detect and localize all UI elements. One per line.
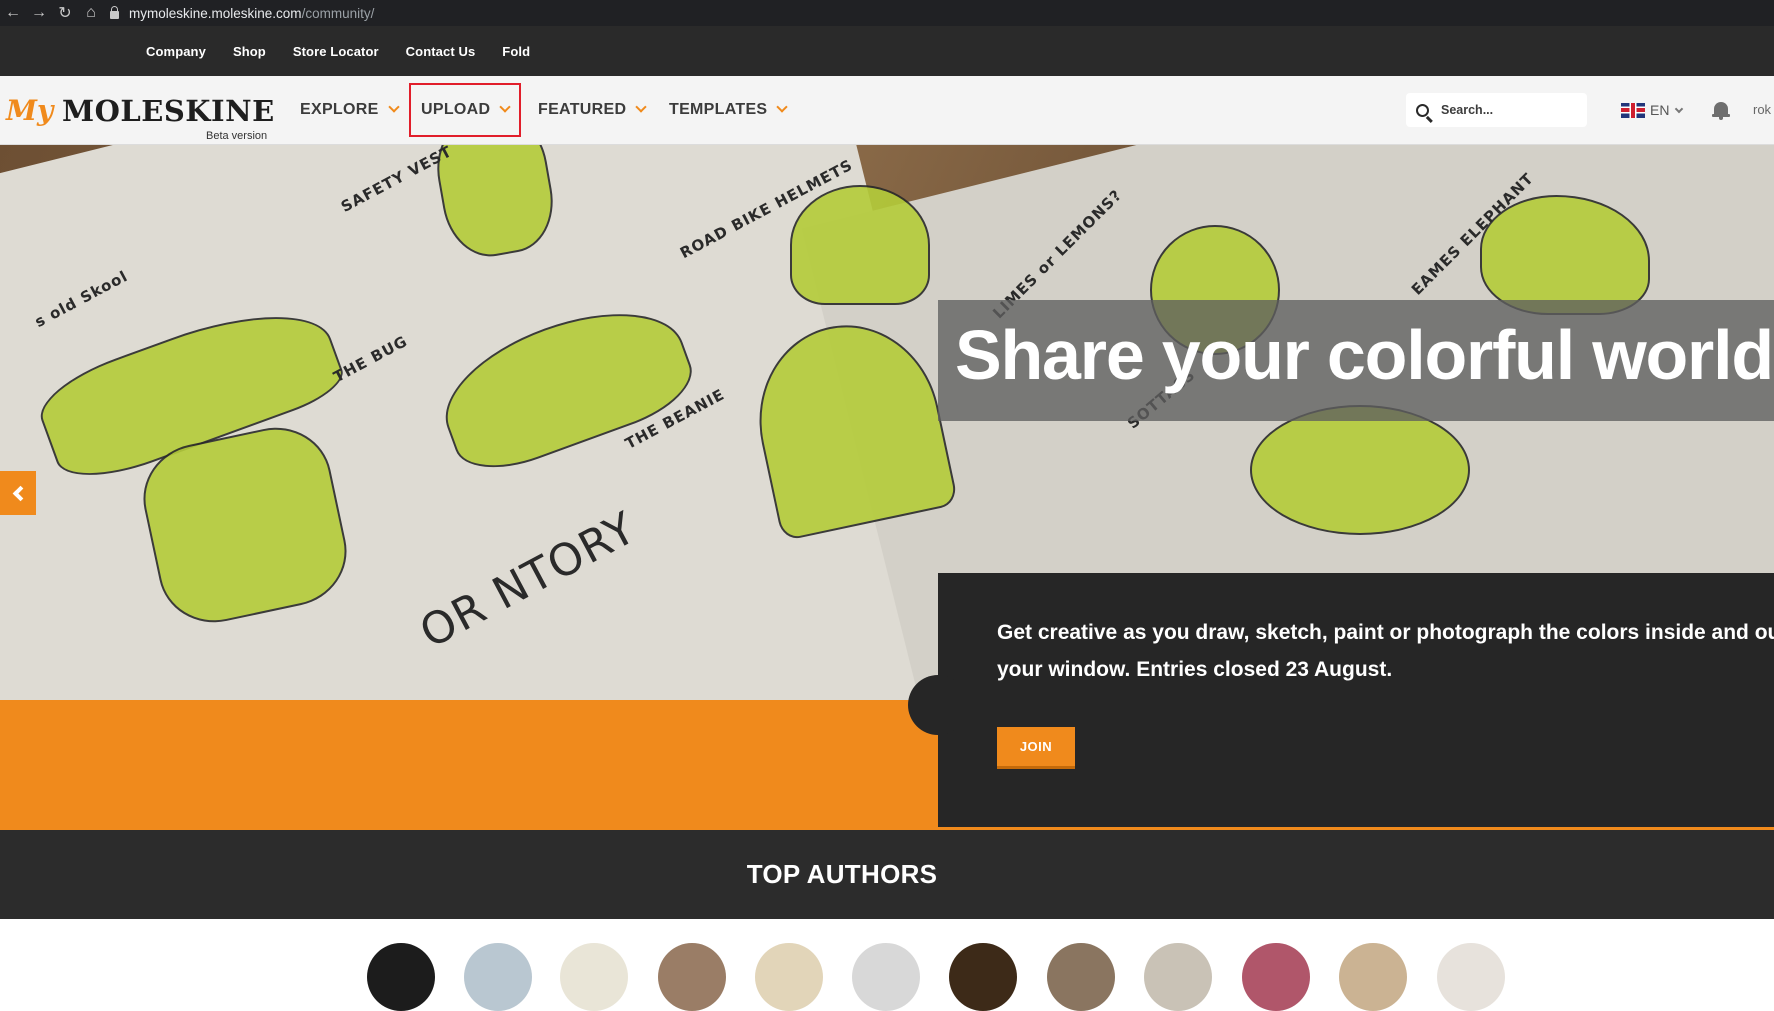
sketch-helmet [790,185,930,305]
author-avatar[interactable] [1339,943,1407,1011]
orange-strip [0,700,938,830]
top-authors-title: TOP AUTHORS [746,859,938,889]
beta-version-label: Beta version [206,130,268,142]
utility-link-contact-us[interactable]: Contact Us [406,44,476,59]
author-avatar[interactable] [1437,943,1505,1011]
chevron-down-icon [1675,104,1684,113]
back-arrow-icon[interactable]: ← [0,0,26,26]
nav-explore-label: EXPLORE [300,101,379,118]
home-icon[interactable]: ⌂ [78,0,104,26]
utility-link-store-locator[interactable]: Store Locator [293,44,379,59]
chevron-down-icon [387,101,400,113]
hero-headline: Share your colorful world [955,316,1774,394]
hero-banner: SAFETY VEST ROAD BIKE HELMETS LIMES or L… [0,145,1774,830]
lock-icon [110,5,119,19]
nav-upload-label: UPLOAD [421,101,491,118]
utility-link-fold[interactable]: Fold [502,44,530,59]
hero-description-line-2: your window. Entries closed 23 August. [997,658,1393,681]
url-host: mymoleskine.moleskine.com [129,5,302,21]
bell-icon[interactable] [1712,100,1730,120]
author-avatar[interactable] [367,943,435,1011]
author-avatar[interactable] [658,943,726,1011]
top-authors-list [0,919,1774,1011]
logo-brand: MOLESKINE [62,94,275,128]
join-button[interactable]: JOIN [997,727,1075,769]
search-input[interactable] [1441,103,1571,117]
forward-arrow-icon[interactable]: → [26,0,52,26]
chevron-down-icon [635,101,647,113]
chevron-down-icon [776,101,789,113]
url-path: /community/ [301,5,375,21]
utility-nav: Company Shop Store Locator Contact Us Fo… [0,26,1774,76]
main-header: My MOLESKINE Beta version EXPLORE UPLOAD… [0,76,1774,145]
sketch-lamp [1250,405,1470,535]
reload-icon[interactable]: ↻ [52,0,78,26]
author-avatar[interactable] [1242,943,1310,1011]
utility-link-company[interactable]: Company [146,44,206,59]
utility-link-shop[interactable]: Shop [233,44,266,59]
nav-featured-label: FEATURED [538,101,627,118]
hero-description: Get creative as you draw, sketch, paint … [997,614,1774,688]
nav-explore[interactable]: EXPLORE [300,76,400,144]
chevron-left-icon [12,485,29,501]
nav-upload[interactable]: UPLOAD [408,83,522,137]
author-avatar[interactable] [1144,943,1212,1011]
browser-toolbar: ← → ↻ ⌂ mymoleskine.moleskine.com/commun… [0,0,1774,26]
nav-templates[interactable]: TEMPLATES [669,76,789,144]
author-avatar[interactable] [560,943,628,1011]
mymoleskine-logo[interactable]: My MOLESKINE Beta version [6,88,276,142]
nav-featured[interactable]: FEATURED [538,76,647,144]
author-avatar[interactable] [852,943,920,1011]
language-selector[interactable]: EN [1621,102,1684,118]
user-name[interactable]: rok [1753,102,1771,117]
hero-info-panel: Get creative as you draw, sketch, paint … [908,573,1774,830]
search-box[interactable] [1406,93,1587,127]
logo-my: My [6,94,54,127]
address-bar[interactable]: mymoleskine.moleskine.com/community/ [110,5,375,21]
carousel-prev-button[interactable] [0,471,36,515]
hero-description-line-1: Get creative as you draw, sketch, paint … [997,621,1774,644]
author-avatar[interactable] [949,943,1017,1011]
nav-templates-label: TEMPLATES [669,101,768,118]
language-code: EN [1650,102,1670,118]
author-avatar[interactable] [1047,943,1115,1011]
search-icon [1416,103,1429,117]
author-avatar[interactable] [755,943,823,1011]
author-avatar[interactable] [464,943,532,1011]
chevron-down-icon [499,101,512,113]
top-authors-header: TOP AUTHORS [0,830,1774,919]
uk-flag-icon [1621,102,1645,118]
